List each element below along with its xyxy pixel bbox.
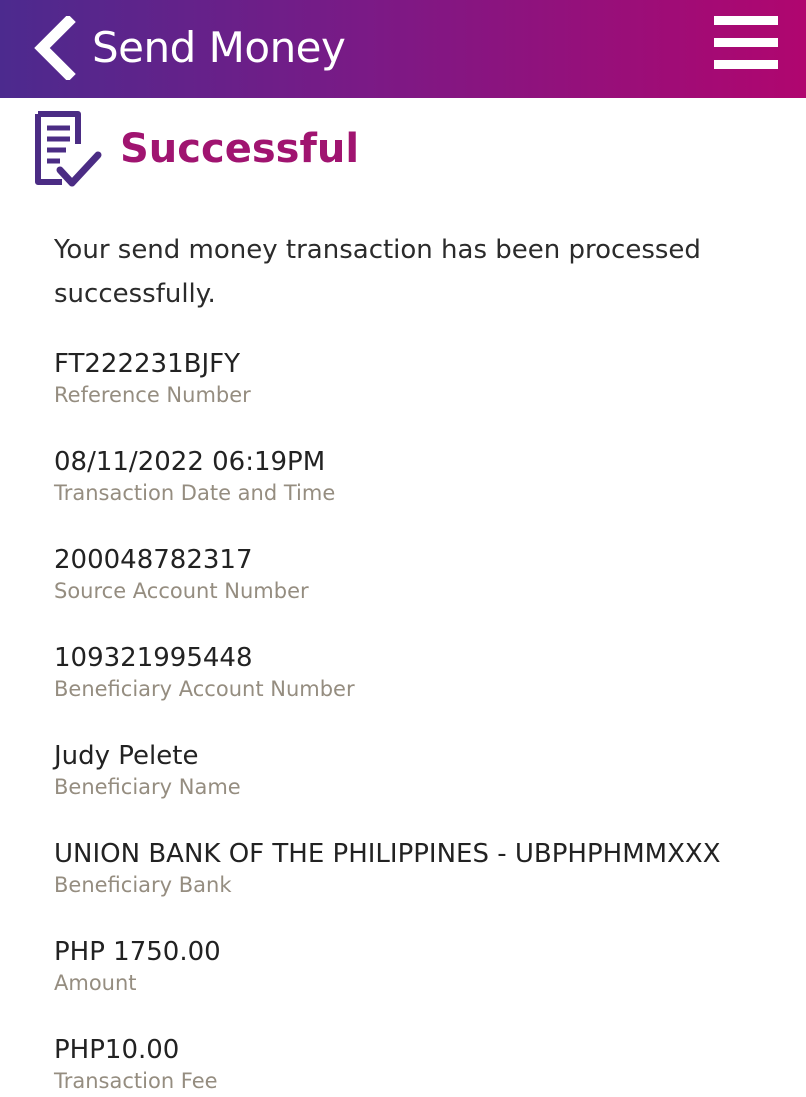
detail-label: Beneficiary Account Number [54, 677, 355, 701]
detail-value: 08/11/2022 06:19PM [54, 447, 326, 477]
detail-transaction-date-time: 08/11/2022 06:19PM Transaction Date and … [54, 444, 794, 542]
detail-value: 200048782317 [54, 545, 253, 575]
detail-value: UNION BANK OF THE PHILIPPINES - UBPHPHMM… [54, 839, 721, 869]
detail-beneficiary-name: Judy Pelete Beneficiary Name [54, 738, 794, 836]
detail-transaction-fee: PHP10.00 Transaction Fee [54, 1032, 794, 1097]
detail-value: PHP10.00 [54, 1035, 180, 1065]
detail-label: Transaction Fee [54, 1069, 218, 1093]
detail-source-account-number: 200048782317 Source Account Number [54, 542, 794, 640]
detail-label: Transaction Date and Time [54, 481, 336, 505]
chevron-left-icon [34, 16, 76, 80]
detail-amount: PHP 1750.00 Amount [54, 934, 794, 1032]
detail-value: 109321995448 [54, 643, 253, 673]
menu-button[interactable] [706, 8, 786, 78]
detail-beneficiary-account-number: 109321995448 Beneficiary Account Number [54, 640, 794, 738]
receipt-check-icon [35, 111, 102, 187]
confirmation-message: Your send money transaction has been pro… [54, 235, 701, 309]
app-header: Send Money [0, 0, 806, 98]
detail-value: Judy Pelete [54, 741, 199, 771]
transaction-details: FT222231BJFY Reference Number 08/11/2022… [54, 346, 794, 1097]
detail-reference-number: FT222231BJFY Reference Number [54, 346, 794, 444]
detail-value: FT222231BJFY [54, 349, 240, 379]
detail-label: Beneficiary Name [54, 775, 241, 799]
detail-beneficiary-bank: UNION BANK OF THE PHILIPPINES - UBPHPHMM… [54, 836, 794, 934]
detail-label: Amount [54, 971, 137, 995]
page-title: Send Money [92, 23, 346, 72]
detail-value: PHP 1750.00 [54, 937, 221, 967]
detail-label: Reference Number [54, 383, 251, 407]
detail-label: Source Account Number [54, 579, 309, 603]
send-money-receipt-screen: Send Money Successful Your send money tr… [0, 0, 806, 1097]
back-button[interactable] [24, 8, 84, 88]
detail-label: Beneficiary Bank [54, 873, 232, 897]
status-title: Successful [120, 126, 360, 172]
